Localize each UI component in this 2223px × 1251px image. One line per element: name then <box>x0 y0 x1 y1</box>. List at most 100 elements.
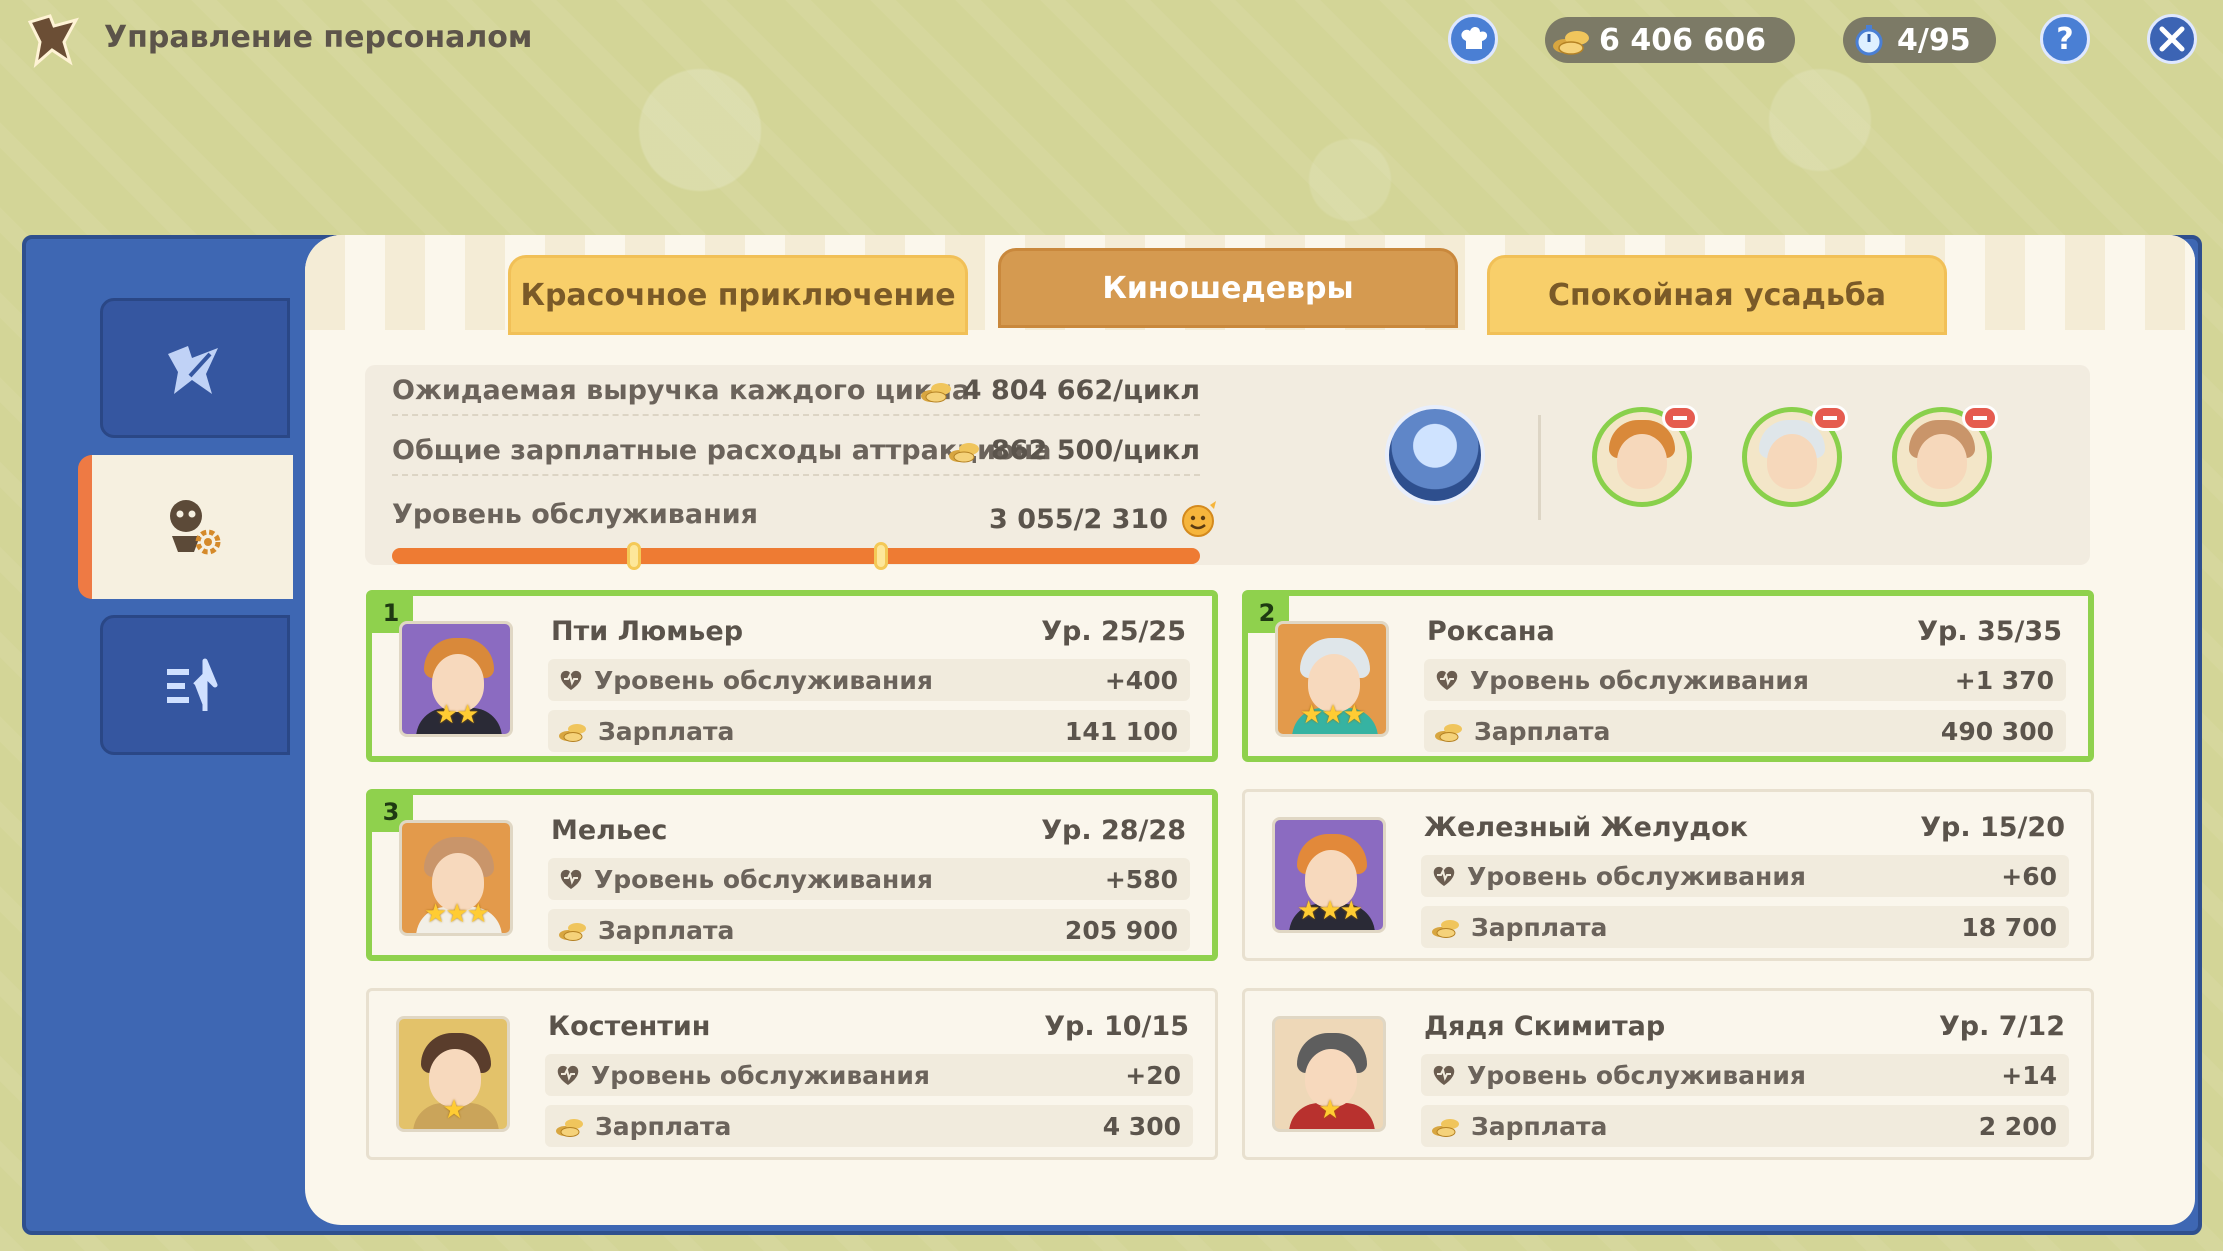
gold-coins-icon <box>920 382 951 402</box>
sidebar-tab-staff[interactable] <box>78 455 293 599</box>
service-stat-label: Уровень обслуживания <box>591 1060 930 1090</box>
leader-avatar[interactable] <box>1385 405 1485 505</box>
staff-portrait: ★ <box>396 1016 510 1132</box>
staff-card[interactable]: ★ Костентин Ур. 10/15 Уровень обслуживан… <box>366 988 1218 1160</box>
staff-name: Костентин <box>548 1011 711 1042</box>
staff-name: Мельес <box>551 815 668 846</box>
remove-staff-button[interactable] <box>1962 405 1998 431</box>
staff-level: Ур. 10/15 <box>1044 1011 1189 1042</box>
service-stat-row: Уровень обслуживания +580 <box>548 858 1190 900</box>
help-button[interactable]: ? <box>2040 14 2090 64</box>
service-stat-value: +60 <box>2001 861 2057 891</box>
gold-counter: 6 406 606 <box>1545 17 1795 63</box>
help-icon: ? <box>2056 21 2074 57</box>
tab-quiet-manor[interactable]: Спокойная усадьба <box>1487 255 1947 335</box>
salary-stat-value: 205 900 <box>1064 915 1178 945</box>
salary-stat-label: Зарплата <box>1471 912 1608 942</box>
staff-portrait: ★★ <box>399 621 513 737</box>
revenue-value: 4 804 662/цикл <box>962 375 1200 406</box>
heart-icon <box>1433 1065 1455 1085</box>
staff-card[interactable]: 2 ★★★ Роксана Ур. 35/35 Уровень обслужив… <box>1242 590 2094 762</box>
staff-level: Ур. 15/20 <box>1920 812 2065 843</box>
service-stat-row: Уровень обслуживания +60 <box>1421 855 2069 897</box>
sidebar-tab-overview[interactable] <box>100 298 290 438</box>
staff-name: Дядя Скимитар <box>1424 1011 1666 1042</box>
close-button[interactable] <box>2147 14 2197 64</box>
staff-level: Ур. 28/28 <box>1041 815 1186 846</box>
service-stat-value: +20 <box>1125 1060 1181 1090</box>
salary-stat-value: 4 300 <box>1102 1111 1181 1141</box>
service-label: Уровень обслуживания <box>392 499 759 530</box>
rarity-stars: ★ <box>1318 1095 1341 1125</box>
staff-card[interactable]: 1 ★★ Пти Люмьер Ур. 25/25 Уровень обслуж… <box>366 590 1218 762</box>
salary-stat-value: 490 300 <box>1940 716 2054 746</box>
staff-portrait: ★ <box>1272 1016 1386 1132</box>
salary-stat-row: Зарплата 18 700 <box>1421 906 2069 948</box>
salary-stat-value: 141 100 <box>1064 716 1178 746</box>
rarity-stars: ★★★ <box>424 899 490 929</box>
salary-stat-row: Зарплата 2 200 <box>1421 1105 2069 1147</box>
revenue-row: Ожидаемая выручка каждого цикла 4 804 66… <box>392 375 1200 416</box>
revenue-label: Ожидаемая выручка каждого цикла <box>392 375 971 406</box>
staff-gear-icon <box>169 500 220 555</box>
staff-card[interactable]: ★★★ Железный Желудок Ур. 15/20 Уровень о… <box>1242 789 2094 961</box>
service-stat-label: Уровень обслуживания <box>1470 665 1809 695</box>
service-stat-label: Уровень обслуживания <box>1467 1060 1806 1090</box>
salary-stat-label: Зарплата <box>598 915 735 945</box>
close-icon <box>2159 26 2185 52</box>
gold-coins-icon <box>948 442 979 462</box>
staff-portrait: ★★★ <box>1275 621 1389 737</box>
chef-hat-button[interactable] <box>1448 14 1498 64</box>
service-threshold-marker <box>627 542 642 570</box>
gold-coins-icon <box>556 1119 583 1137</box>
service-stat-label: Уровень обслуживания <box>594 665 933 695</box>
staff-level: Ур. 7/12 <box>1938 1011 2065 1042</box>
chef-hat-icon <box>1461 26 1488 49</box>
heart-icon <box>560 869 582 889</box>
timer-value: 4/95 <box>1897 22 1971 58</box>
salary-stat-row: Зарплата 141 100 <box>548 710 1190 752</box>
rarity-stars: ★★★ <box>1300 700 1366 730</box>
staff-level: Ур. 35/35 <box>1917 616 2062 647</box>
staff-card[interactable]: ★ Дядя Скимитар Ур. 7/12 Уровень обслужи… <box>1242 988 2094 1160</box>
gold-coins-icon <box>559 724 586 742</box>
service-stat-value: +580 <box>1104 864 1178 894</box>
service-stat-label: Уровень обслуживания <box>594 864 933 894</box>
staff-name: Роксана <box>1427 616 1555 647</box>
staff-portrait: ★★★ <box>399 820 513 936</box>
service-level-bar <box>392 542 1200 570</box>
service-stat-label: Уровень обслуживания <box>1467 861 1806 891</box>
service-stat-row: Уровень обслуживания +1 370 <box>1424 659 2066 701</box>
remove-staff-button[interactable] <box>1812 405 1848 431</box>
salary-stat-row: Зарплата 4 300 <box>545 1105 1193 1147</box>
service-value: 3 055/2 310 <box>989 503 1168 535</box>
salary-stat-label: Зарплата <box>598 716 735 746</box>
staff-card[interactable]: 3 ★★★ Мельес Ур. 28/28 Уровень обслужива… <box>366 789 1218 961</box>
heart-icon <box>557 1065 579 1085</box>
staff-name: Пти Люмьер <box>551 616 744 647</box>
smiley-icon <box>1182 501 1216 537</box>
top-bar: Управление персоналом 6 406 606 4/95 ? <box>0 0 2223 80</box>
remove-staff-button[interactable] <box>1662 405 1698 431</box>
heart-icon <box>560 670 582 690</box>
salary-total-value: 862 500/цикл <box>990 435 1200 466</box>
gold-coins-icon <box>1551 20 1591 60</box>
heart-icon <box>1436 670 1458 690</box>
gold-coins-icon <box>1435 724 1462 742</box>
timer-counter: 4/95 <box>1843 17 1996 63</box>
salary-stat-label: Зарплата <box>595 1111 732 1141</box>
tab-colorful-adventure[interactable]: Красочное приключение <box>508 255 968 335</box>
tab-movie-masterpieces[interactable]: Киношедевры <box>998 248 1458 328</box>
salary-stat-label: Зарплата <box>1471 1111 1608 1141</box>
service-stat-value: +400 <box>1104 665 1178 695</box>
page-title: Управление персоналом <box>104 20 533 55</box>
salary-stat-row: Зарплата 490 300 <box>1424 710 2066 752</box>
rarity-stars: ★★★ <box>1297 896 1363 926</box>
salary-stat-label: Зарплата <box>1474 716 1611 746</box>
salary-row: Общие зарплатные расходы аттракциона 862… <box>392 435 1200 476</box>
gold-coins-icon <box>1432 920 1459 938</box>
service-stat-row: Уровень обслуживания +14 <box>1421 1054 2069 1096</box>
quill-badge-icon <box>168 346 218 394</box>
service-row: Уровень обслуживания 3 055/2 310 <box>392 499 1216 538</box>
sidebar-tab-upgrade[interactable] <box>100 615 290 755</box>
